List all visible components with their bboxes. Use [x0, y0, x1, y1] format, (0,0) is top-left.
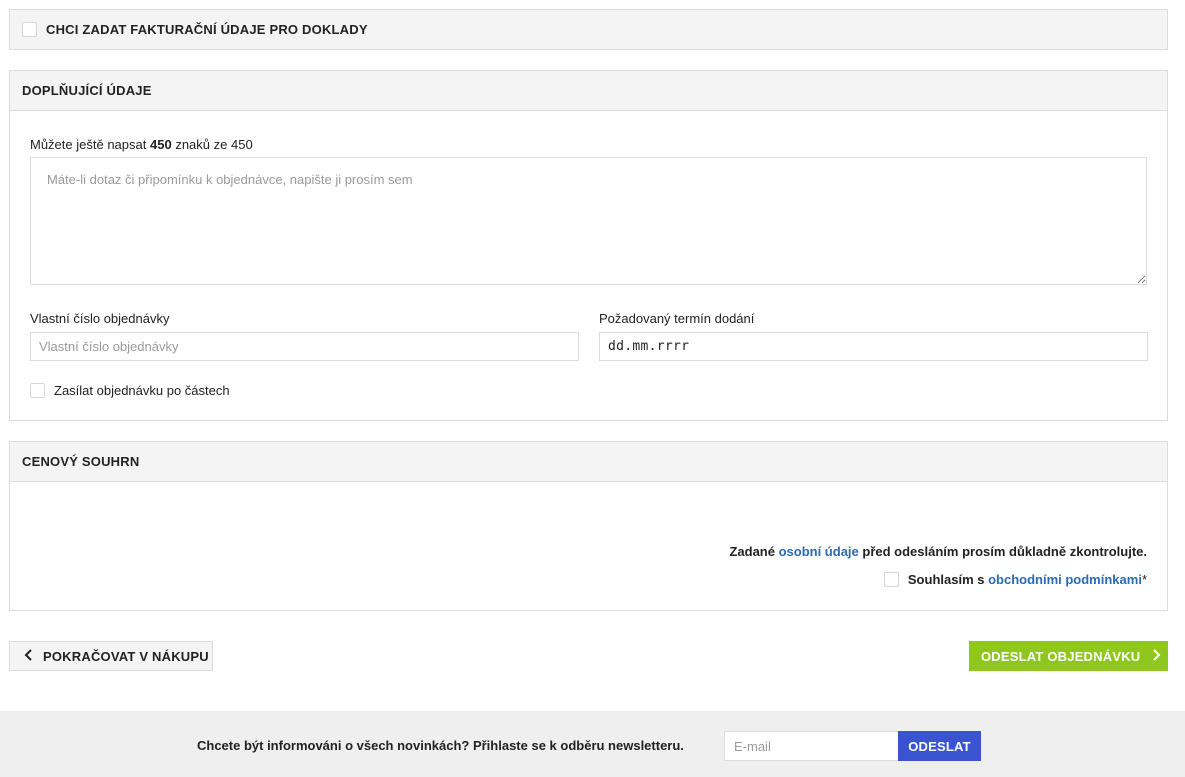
- additional-details-title: DOPLŇUJÍCÍ ÚDAJE: [10, 71, 1167, 111]
- delivery-date-label: Požadovaný termín dodání: [599, 311, 755, 326]
- invoice-details-label[interactable]: CHCI ZADAT FAKTURAČNÍ ÚDAJE PRO DOKLADY: [46, 22, 368, 37]
- character-counter: Můžete ještě napsat 450 znaků ze 450: [30, 137, 253, 152]
- newsletter-text: Chcete být informováni o všech novinkách…: [197, 738, 684, 753]
- submit-order-button[interactable]: ODESLAT OBJEDNÁVKU: [969, 641, 1168, 671]
- terms-checkbox[interactable]: [883, 572, 899, 587]
- order-number-input[interactable]: [30, 332, 579, 361]
- price-summary-title: CENOVÝ SOUHRN: [10, 442, 1167, 482]
- newsletter-bar: Chcete být informováni o všech novinkách…: [0, 711, 1185, 777]
- notice-prefix: Zadané: [729, 544, 775, 559]
- personal-data-notice: Zadané osobní údaje před odesláním prosí…: [729, 544, 1147, 559]
- partial-shipment-label[interactable]: Zasílat objednávku po částech: [54, 383, 230, 398]
- chevron-right-icon: [1152, 648, 1161, 664]
- order-note-textarea[interactable]: [30, 157, 1147, 285]
- counter-middle: znaků ze: [175, 137, 228, 152]
- additional-details-panel: DOPLŇUJÍCÍ ÚDAJE Můžete ještě napsat 450…: [9, 70, 1168, 421]
- submit-order-label: ODESLAT OBJEDNÁVKU: [981, 648, 1141, 664]
- continue-shopping-button[interactable]: POKRAČOVAT V NÁKUPU: [9, 641, 213, 671]
- counter-prefix: Můžete ještě napsat: [30, 137, 147, 152]
- partial-shipment-checkbox[interactable]: [30, 383, 45, 398]
- chevron-left-icon: [24, 648, 33, 664]
- counter-remaining: 450: [149, 137, 172, 152]
- newsletter-email-input[interactable]: [724, 731, 899, 761]
- terms-agreement[interactable]: Souhlasím s obchodními podmínkami *: [883, 572, 1147, 587]
- notice-suffix: před odesláním prosím důkladně zkontrolu…: [862, 544, 1147, 559]
- newsletter-submit-button[interactable]: ODESLAT: [898, 731, 981, 761]
- continue-shopping-label: POKRAČOVAT V NÁKUPU: [43, 648, 209, 664]
- order-number-label: Vlastní číslo objednávky: [30, 311, 170, 326]
- price-summary-panel: CENOVÝ SOUHRN Zadané osobní údaje před o…: [9, 441, 1168, 611]
- terms-prefix: Souhlasím s: [907, 572, 985, 587]
- partial-shipment-option[interactable]: Zasílat objednávku po částech: [30, 383, 230, 398]
- terms-link[interactable]: obchodními podmínkami: [988, 572, 1142, 587]
- invoice-details-toggle[interactable]: CHCI ZADAT FAKTURAČNÍ ÚDAJE PRO DOKLADY: [9, 9, 1168, 50]
- delivery-date-input[interactable]: [599, 332, 1148, 361]
- invoice-details-checkbox[interactable]: [22, 22, 37, 37]
- personal-data-link[interactable]: osobní údaje: [779, 544, 859, 559]
- required-marker: *: [1141, 572, 1147, 587]
- counter-max: 450: [230, 137, 253, 152]
